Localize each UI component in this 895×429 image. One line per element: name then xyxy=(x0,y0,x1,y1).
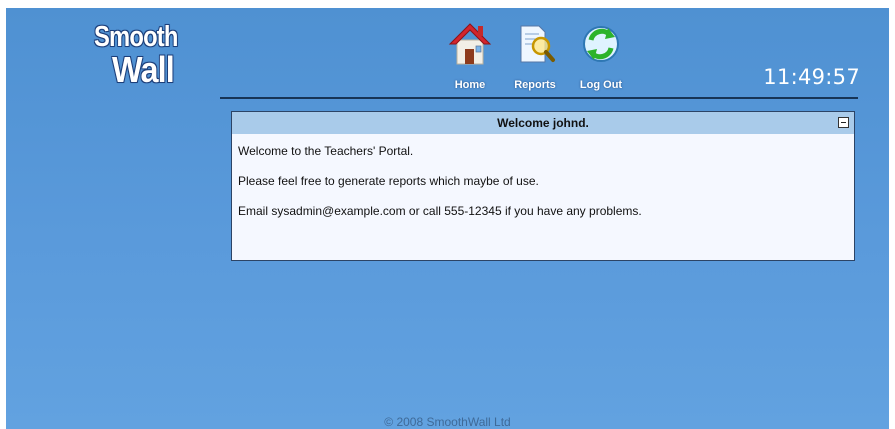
nav-logout-label: Log Out xyxy=(579,79,623,91)
welcome-panel: Welcome johnd. Welcome to the Teachers' … xyxy=(231,111,855,261)
nav-home-button[interactable]: Home xyxy=(440,18,500,91)
header-divider xyxy=(220,97,858,99)
reports-message: Please feel free to generate reports whi… xyxy=(238,174,539,188)
home-icon xyxy=(448,23,492,65)
nav-logout-button[interactable]: Log Out xyxy=(571,18,631,91)
reports-icon xyxy=(520,25,555,63)
collapse-icon[interactable] xyxy=(838,117,849,128)
nav-home-label: Home xyxy=(454,79,486,91)
nav-reports-label: Reports xyxy=(514,79,556,91)
app-window: Smooth Wall Home Reports Log Out 11:49:5… xyxy=(6,8,889,429)
clock-display: 11:49:57 xyxy=(763,65,860,89)
footer-copyright: © 2008 SmoothWall Ltd xyxy=(384,415,511,429)
welcome-panel-header: Welcome johnd. xyxy=(232,112,854,134)
logo-text-bottom: Wall xyxy=(112,49,175,90)
smoothwall-logo: Smooth Wall xyxy=(94,19,178,95)
welcome-message: Welcome to the Teachers' Portal. xyxy=(238,144,414,158)
logout-icon xyxy=(583,26,619,62)
contact-message: Email sysadmin@example.com or call 555-1… xyxy=(238,204,642,218)
welcome-panel-title: Welcome johnd. xyxy=(497,116,589,130)
nav-reports-button[interactable]: Reports xyxy=(506,18,564,91)
